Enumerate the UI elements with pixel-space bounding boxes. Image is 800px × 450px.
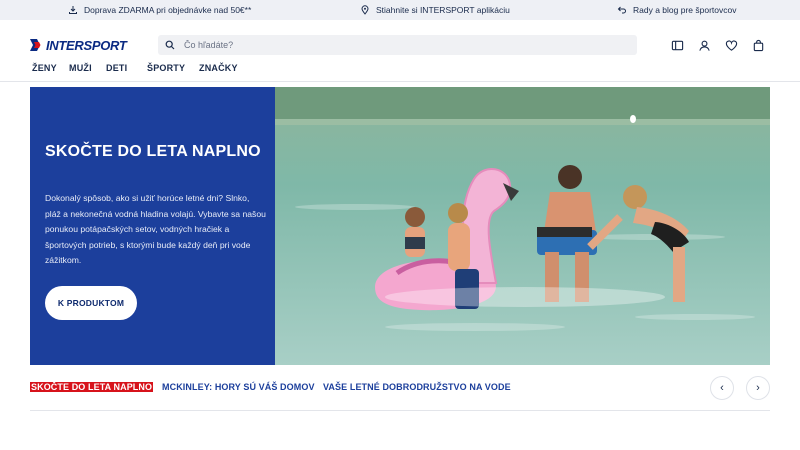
location-pin-icon xyxy=(361,5,369,15)
hero-description: Dokonalý spôsob, ako si užiť horúce letn… xyxy=(45,193,266,265)
catalog-icon[interactable] xyxy=(670,38,684,52)
prev-arrow-button[interactable]: ‹ xyxy=(710,376,734,400)
bag-icon[interactable] xyxy=(751,38,765,52)
search-bar[interactable] xyxy=(158,35,637,55)
nav-item-znacky[interactable]: ZNAČKY xyxy=(199,63,238,73)
nav-item-zeny[interactable]: ŽENY xyxy=(32,63,57,73)
to-products-button[interactable]: K PRODUKTOM xyxy=(45,286,137,320)
app-text: Stiahnite si INTERSPORT aplikáciu xyxy=(376,5,510,15)
heart-icon[interactable] xyxy=(724,38,738,52)
return-arrow-icon xyxy=(617,6,626,14)
hero-text-panel: SKOČTE DO LETA NAPLNO Dokonalý spôsob, a… xyxy=(30,87,275,365)
hero-image[interactable] xyxy=(275,87,770,365)
intersport-logo[interactable]: INTERSPORT xyxy=(30,37,127,53)
nav-item-sporty[interactable]: ŠPORTY xyxy=(147,63,185,73)
tab-skocte-do-leta[interactable]: SKOČTE DO LETA NAPLNO xyxy=(30,382,154,392)
search-icon xyxy=(165,40,175,50)
logo-mark-icon xyxy=(30,39,41,51)
blog-info[interactable]: Rady a blog pre športovcov xyxy=(617,0,736,20)
shipping-info[interactable]: Doprava ZDARMA pri objednávke nad 50€** xyxy=(68,0,251,20)
banner-tabs: SKOČTE DO LETA NAPLNO MCKINLEY: HORY SÚ … xyxy=(30,375,770,411)
info-bar: Doprava ZDARMA pri objednávke nad 50€** … xyxy=(0,0,800,20)
nav-item-muzi[interactable]: MUŽI xyxy=(69,63,92,73)
nav-item-deti[interactable]: DETI xyxy=(106,63,127,73)
family-lake-illustration xyxy=(275,87,770,365)
chevron-right-icon: › xyxy=(756,382,760,394)
search-input[interactable] xyxy=(184,35,624,55)
next-arrow-button[interactable]: › xyxy=(746,376,770,400)
hero-title: SKOČTE DO LETA NAPLNO xyxy=(45,143,261,160)
app-info[interactable]: Stiahnite si INTERSPORT aplikáciu xyxy=(360,0,510,20)
hero-banner: SKOČTE DO LETA NAPLNO Dokonalý spôsob, a… xyxy=(30,87,770,365)
tab-letne-dobrodruzstvo[interactable]: VAŠE LETNÉ DOBRODRUŽSTVO NA VODE xyxy=(323,382,511,392)
tab-mckinley[interactable]: MCKINLEY: HORY SÚ VÁŠ DOMOV xyxy=(162,382,315,392)
blog-text: Rady a blog pre športovcov xyxy=(633,5,737,15)
shipping-text: Doprava ZDARMA pri objednávke nad 50€** xyxy=(84,5,252,15)
site-header: INTERSPORT ŽENY MUŽI DETI ŠPORTY ZNAČKY xyxy=(0,20,800,82)
download-icon xyxy=(69,6,77,14)
logo-text: INTERSPORT xyxy=(46,37,127,53)
user-icon[interactable] xyxy=(697,38,711,52)
chevron-left-icon: ‹ xyxy=(720,382,724,394)
header-actions xyxy=(670,38,765,52)
